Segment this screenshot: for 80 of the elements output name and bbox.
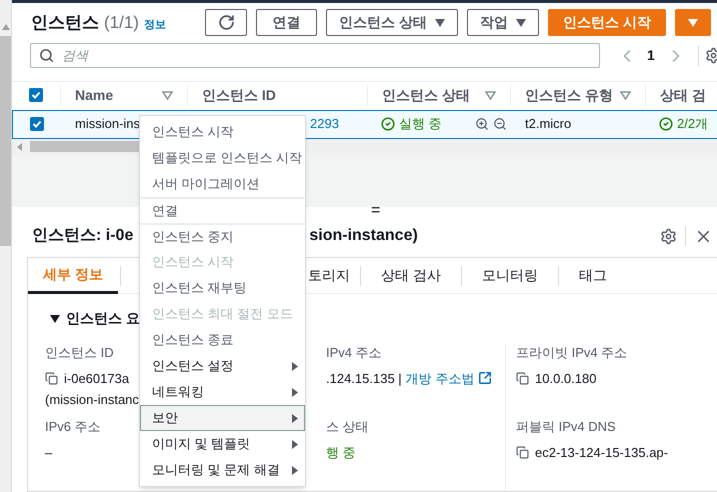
success-icon [659,117,673,132]
copy-icon[interactable] [45,372,58,385]
checkbox[interactable] [30,117,44,132]
section-title: 인스턴스 요 [66,309,140,328]
page-title: 인스턴스 [31,12,99,34]
menu-item[interactable]: 인스턴스 중지 [140,223,305,249]
menu-item[interactable]: 연결 [140,197,305,223]
detail-title: sion-instance) [309,226,418,246]
checkbox[interactable] [29,88,43,102]
launch-options-button[interactable] [674,9,711,36]
search-field[interactable]: 검색 [30,43,600,68]
field-label: 프라이빗 IPv4 주소 [516,344,628,362]
instance-id-link[interactable]: 2293 [310,116,339,132]
instance-state: 실행 중 [399,115,443,134]
column-header[interactable]: 상태 검 [660,84,706,106]
submenu-arrow-icon [292,466,298,474]
column-header[interactable]: 인스턴스 ID [202,84,276,106]
menu-item[interactable]: 인스턴스 설정 [140,353,305,379]
menu-item[interactable]: 서버 마이그레이션 [140,171,305,197]
submenu-arrow-icon [292,440,298,448]
menu-item[interactable]: 템플릿으로 인스턴스 시작 [140,145,305,171]
menu-item[interactable]: 인스턴스 종료 [140,327,305,353]
dropdown-button[interactable]: 인스턴스 상태 [326,9,458,36]
tab[interactable]: 모니터링 [482,258,538,294]
field-label: 스 상태 [326,418,369,436]
menu-item[interactable]: 모니터링 및 문제 해결 [140,457,305,483]
copy-icon[interactable] [516,446,529,459]
external-link-icon[interactable] [478,371,492,386]
table-cell: t2.micro [525,116,572,132]
status-value: 행 중 [326,444,356,460]
detail-title: 인스턴스: i-0e [32,226,134,246]
field-value: (mission-instanc [45,391,139,409]
status-check: 2/2개 [677,115,708,134]
settings-icon[interactable] [660,228,677,244]
column-header[interactable]: 인스턴스 유형 [525,84,613,106]
info-link[interactable]: 정보 [144,16,166,34]
field-label: 퍼블릭 IPv4 DNS [516,418,616,436]
field-value: ec2-13-124-15-135.ap- [535,444,668,462]
field-label: IPv6 주소 [45,418,101,436]
tab[interactable]: 상태 검사 [381,258,441,294]
menu-item[interactable]: 네트워킹 [140,379,305,405]
zoom-out-icon[interactable] [493,117,507,132]
submenu-arrow-icon [292,414,298,422]
expand-icon [50,314,60,322]
submenu-arrow-icon [292,362,298,370]
dropdown-button[interactable]: 작업 [466,9,539,36]
submenu-arrow-icon [292,388,298,396]
field-value: – [45,444,52,460]
settings-icon[interactable] [704,47,717,64]
menu-item[interactable]: 인스턴스 재부팅 [140,275,305,301]
refresh-icon [218,14,234,32]
page-number[interactable]: 1 [647,45,655,66]
caret-icon [434,18,445,27]
table-cell: mission-ins [75,116,140,132]
connect-button[interactable]: 연결 [256,9,317,36]
refresh-button[interactable] [205,9,247,36]
menu-item[interactable]: 이미지 및 템플릿 [140,431,305,457]
zoom-in-icon[interactable] [475,117,489,132]
search-icon [39,48,54,64]
instance-count: (1/1) [104,12,139,34]
field-value: 10.0.0.180 [535,370,596,388]
field-value: .124.15.135 | [326,370,402,388]
copy-icon[interactable] [516,372,529,385]
caret-icon [688,18,698,27]
column-header[interactable]: Name [75,84,114,106]
tab[interactable]: 토리지 [308,258,350,294]
sort-icon[interactable] [620,90,631,100]
caret-icon [516,18,526,27]
success-icon [381,117,395,132]
sort-icon[interactable] [162,90,173,100]
scrollbar-thumb[interactable] [0,36,11,246]
tab[interactable]: 태그 [578,258,607,294]
field-label: 인스턴스 ID [45,344,114,362]
field-value: i-0e60173a [64,370,130,388]
sort-icon[interactable] [485,90,496,100]
open-address-link[interactable]: 개방 주소법 [406,368,474,388]
resize-handle[interactable]: = [371,203,380,219]
field-label: IPv4 주소 [326,344,382,362]
menu-item[interactable]: 보안 [140,405,305,431]
column-header[interactable]: 인스턴스 상태 [382,84,470,106]
